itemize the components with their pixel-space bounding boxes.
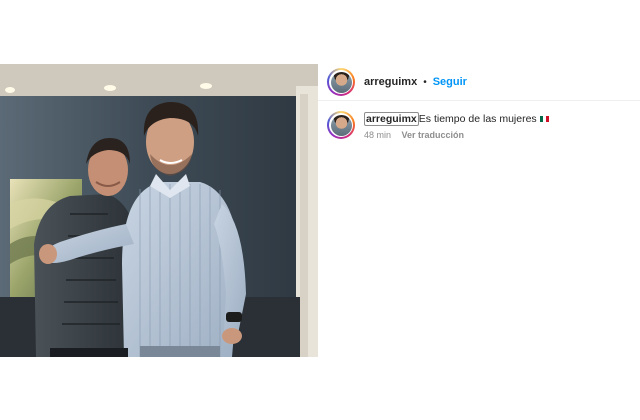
avatar-ring bbox=[329, 113, 353, 137]
username-link[interactable]: arreguimx bbox=[364, 76, 417, 88]
post-sidebar: arreguimx • Seguir arreguimx Es tiempo de… bbox=[318, 64, 640, 357]
avatar-image bbox=[330, 114, 352, 136]
caption-timestamp[interactable]: 48 min bbox=[364, 130, 391, 140]
follow-button[interactable]: Seguir bbox=[433, 76, 467, 88]
caption-text: Es tiempo de las mujeres bbox=[418, 113, 537, 125]
mexico-flag-icon bbox=[539, 116, 549, 123]
avatar-image bbox=[330, 71, 352, 93]
instagram-post: arreguimx • Seguir arreguimx Es tiempo de… bbox=[0, 64, 640, 357]
post-photo[interactable] bbox=[0, 64, 318, 357]
caption-meta: 48 min Ver traducción bbox=[364, 130, 549, 140]
caption-comment: arreguimx Es tiempo de las mujeres 48 min… bbox=[318, 101, 640, 140]
caption-username-link[interactable]: arreguimx bbox=[364, 112, 419, 126]
see-translation-button[interactable]: Ver traducción bbox=[402, 130, 465, 140]
caption-avatar[interactable] bbox=[327, 111, 355, 139]
caption-body: arreguimx Es tiempo de las mujeres 48 min… bbox=[364, 111, 549, 140]
post-header: arreguimx • Seguir bbox=[318, 64, 640, 101]
caption-line: arreguimx Es tiempo de las mujeres bbox=[364, 112, 549, 126]
post-photo-image bbox=[0, 64, 318, 357]
avatar-ring bbox=[329, 70, 353, 94]
avatar[interactable] bbox=[327, 68, 355, 96]
separator-dot: • bbox=[423, 76, 427, 88]
